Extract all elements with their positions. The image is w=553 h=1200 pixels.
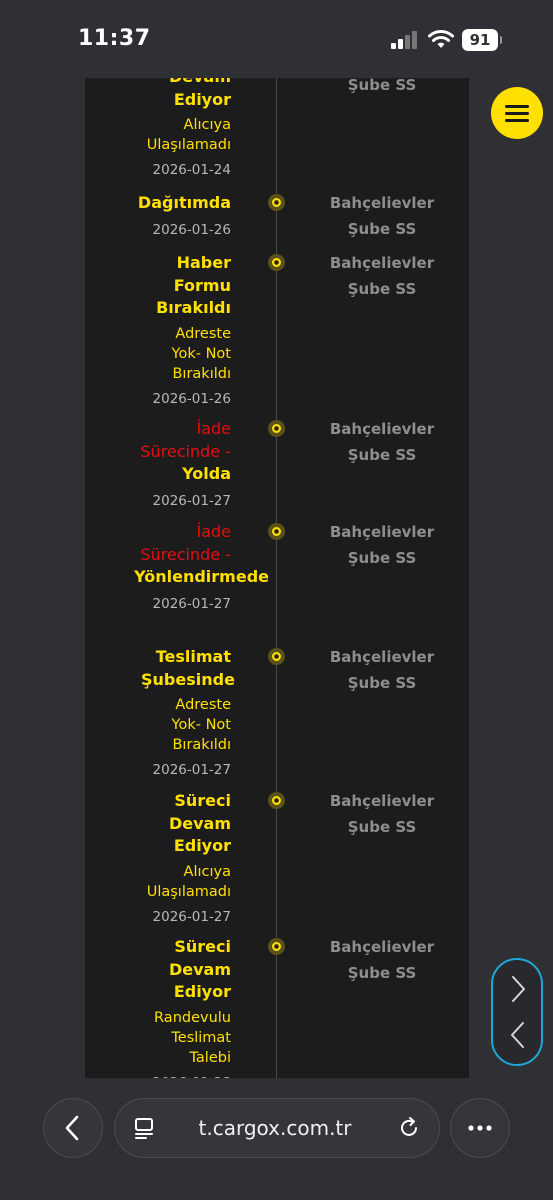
location: Bahçelievler Şube SS (329, 523, 435, 567)
chevron-left-icon[interactable] (507, 1018, 529, 1052)
status-date: 2026-01-27 (152, 595, 231, 612)
timeline-dot-icon (268, 792, 285, 809)
status-date: 2026-01-27 (152, 908, 231, 925)
status-title: Haber Formu Bırakıldı (156, 253, 231, 317)
status-description: Adreste Yok- Not Bırakıldı (171, 325, 231, 382)
status-title: Teslimat Şubesinde (141, 647, 235, 689)
location: Bahçelievler Şube SS (329, 420, 435, 464)
wifi-icon (428, 30, 454, 48)
more-options-button[interactable] (450, 1098, 510, 1158)
timeline-dot-icon (268, 254, 285, 271)
status-bar: 11:37 91 (0, 0, 553, 78)
chevron-left-icon (65, 1115, 79, 1141)
location: Bahçelievler Şube SS (329, 194, 435, 238)
status-time: 11:37 (78, 26, 151, 51)
browser-toolbar: t.cargox.com.tr (0, 1078, 553, 1200)
reload-icon[interactable] (397, 1116, 421, 1140)
status-title: Devam Ediyor (169, 78, 231, 109)
battery-icon: 91 (462, 29, 502, 51)
location: Şube SS (347, 78, 417, 94)
status-date: 2026-01-24 (152, 162, 231, 178)
location: Bahçelievler Şube SS (329, 938, 435, 982)
page-navigation (491, 958, 543, 1066)
status-description: Alıcıya Ulaşılamadı (146, 863, 231, 900)
timeline-dot-icon (268, 938, 285, 955)
tab-view-icon[interactable] (133, 1116, 157, 1140)
timeline-dot-icon (268, 648, 285, 665)
timeline-dot-icon (268, 523, 285, 540)
timeline-dot-icon (268, 194, 285, 211)
more-horizontal-icon (468, 1125, 492, 1131)
status-title: Dağıtımda (137, 193, 231, 212)
location: Bahçelievler Şube SS (329, 254, 435, 298)
url-text: t.cargox.com.tr (198, 1116, 352, 1140)
status-description: Adreste Yok- Not Bırakıldı (171, 697, 231, 753)
status-date: 2026-01-26 (152, 221, 231, 238)
location: Bahçelievler Şube SS (329, 648, 435, 692)
cellular-signal-icon (391, 31, 421, 49)
status-title: Süreci Devam Ediyor (168, 937, 231, 1001)
status-date: 2026-01-27 (152, 762, 231, 778)
status-date: 2026-01-27 (152, 492, 231, 509)
address-bar[interactable]: t.cargox.com.tr (114, 1098, 440, 1158)
status-title: İade Sürecinde - Yolda (140, 419, 231, 483)
status-title: Süreci Devam Ediyor (168, 791, 231, 855)
timeline-line (276, 78, 277, 1078)
status-description: Alıcıya Ulaşılamadı (146, 117, 231, 153)
back-button[interactable] (43, 1098, 103, 1158)
status-description: Randevulu Teslimat Talebi (154, 1009, 231, 1066)
location: Bahçelievler Şube SS (329, 792, 435, 836)
timeline-dot-icon (268, 420, 285, 437)
menu-button[interactable] (491, 87, 543, 139)
tracking-timeline-panel: Devam Ediyor Alıcıya Ulaşılamadı 2026-01… (85, 78, 469, 1078)
status-date: 2026-01-26 (152, 390, 231, 407)
chevron-right-icon[interactable] (507, 972, 529, 1006)
status-title: İade Sürecinde - Yönlendirmede (134, 522, 269, 586)
